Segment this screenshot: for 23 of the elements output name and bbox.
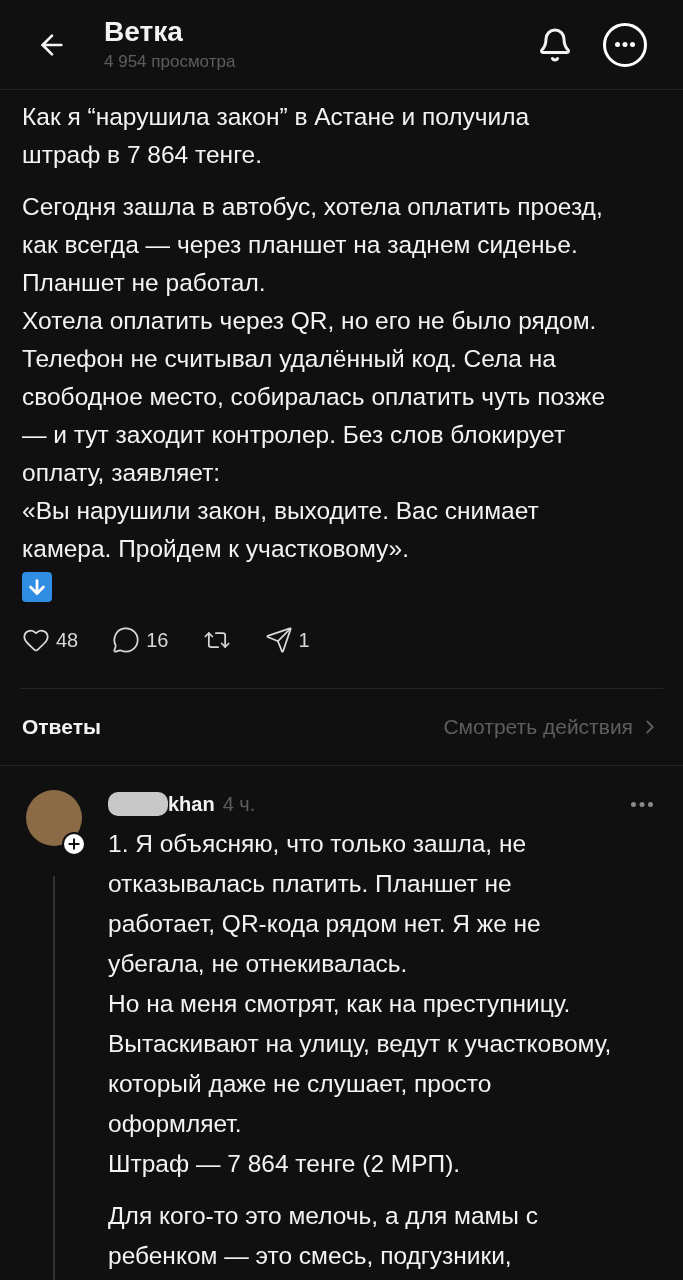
comment-text: Для кого-то это мелочь, а для мамы с ребенком — это смесь, подгузники, (108, 1201, 540, 1271)
share-button[interactable]: 1 (264, 625, 310, 655)
ellipsis-icon (631, 801, 653, 807)
like-button[interactable]: 48 (22, 625, 79, 655)
redaction-blur (108, 792, 168, 816)
avatar[interactable] (26, 790, 82, 846)
paper-plane-icon (264, 626, 293, 654)
arrow-down-emoji-icon (22, 572, 52, 602)
author-name[interactable]: khan (168, 789, 215, 819)
more-options-button[interactable] (631, 801, 653, 807)
page-title: Ветка (104, 14, 184, 49)
comment-time: 4 ч. (222, 792, 257, 817)
ellipsis-icon (615, 42, 635, 47)
follow-plus-icon[interactable] (62, 832, 86, 856)
post-text: Сегодня зашла в автобус, хотела оплатить проезд, как всегда — через планшет на заднем сиденье. Планшет не работал. Хотела оплатить через QR, но его не было рядом. Телефон не считывал удалённый код. Села на свободное место, собиралась оплатить чуть позже — и тут заходит контролер. Без слов блокирует оплату, заявляет: «Вы нарушили закон, выходите. Вас снимает камера. Пройдем к участковому». (22, 192, 607, 564)
speech-bubble-icon (112, 626, 141, 654)
more-button[interactable] (603, 22, 647, 67)
view-count: 4 954 просмотра (104, 50, 237, 73)
replies-heading: Ответы (22, 714, 101, 741)
comment-text: 1. Я объясняю, что только зашла, не отказывалась платить. Планшет не работает, QR-кода рядом нет. Я же не убегала, не отнекивалась. Но на меня смотрят, как на преступницу. Вытаскивают на улицу, ведут к участковому, который даже не слушает, просто оформляет. Штраф — 7 864 тенге (2 МРП). (108, 829, 613, 1179)
reply-button[interactable]: 16 (112, 625, 169, 655)
post-text: Как я “нарушила закон” в Астане и получила штраф в 7 864 тенге. (22, 102, 531, 170)
bell-button[interactable] (537, 26, 573, 63)
